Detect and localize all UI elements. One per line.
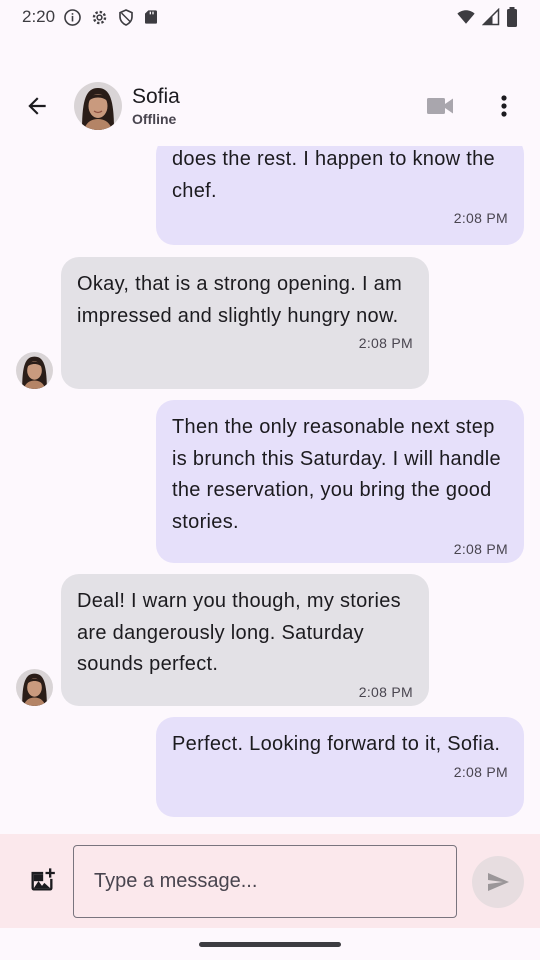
video-camera-icon bbox=[427, 98, 453, 114]
message-bubble-sent[interactable]: Perfect. Looking forward to it, Sofia. 2… bbox=[156, 717, 524, 817]
contact-avatar[interactable] bbox=[74, 82, 122, 130]
wifi-icon bbox=[457, 10, 475, 24]
message-text: Okay, that is a strong opening. I am imp… bbox=[77, 273, 403, 327]
message-text: Then the only reasonable next step is br… bbox=[172, 416, 501, 533]
attach-image-button[interactable] bbox=[20, 858, 64, 902]
contact-info[interactable]: Sofia Offline bbox=[132, 84, 180, 128]
signal-icon bbox=[482, 8, 500, 26]
message-bubble-received[interactable]: Okay, that is a strong opening. I am imp… bbox=[61, 257, 429, 389]
back-button[interactable] bbox=[13, 82, 61, 130]
message-time: 2:08 PM bbox=[453, 210, 508, 226]
message-input[interactable] bbox=[73, 845, 457, 918]
send-button[interactable] bbox=[472, 856, 524, 908]
message-list[interactable]: does the rest. I happen to know the chef… bbox=[0, 146, 540, 830]
message-text: Perfect. Looking forward to it, Sofia. bbox=[172, 733, 501, 755]
info-icon bbox=[64, 8, 81, 26]
status-time: 2:20 bbox=[22, 7, 56, 26]
status-icons-left bbox=[63, 8, 159, 27]
contact-status: Offline bbox=[132, 111, 177, 127]
contact-name: Sofia bbox=[132, 85, 180, 108]
message-time: 2:08 PM bbox=[358, 335, 413, 351]
message-time: 2:08 PM bbox=[358, 683, 413, 700]
more-vert-icon bbox=[501, 95, 507, 117]
status-icons-right bbox=[456, 7, 518, 27]
message-bubble-sent[interactable]: does the rest. I happen to know the chef… bbox=[156, 146, 524, 245]
video-call-button[interactable] bbox=[416, 82, 464, 130]
send-icon bbox=[488, 873, 509, 891]
avatar-photo bbox=[16, 669, 53, 706]
back-arrow-icon bbox=[28, 97, 46, 115]
sender-avatar bbox=[16, 669, 53, 706]
sd-card-icon bbox=[145, 10, 158, 24]
message-text: Deal! I warn you though, my stories are … bbox=[77, 590, 401, 675]
more-options-button[interactable] bbox=[480, 82, 528, 130]
settings-icon bbox=[92, 10, 107, 24]
add-photo-icon bbox=[31, 868, 55, 891]
message-composer bbox=[0, 834, 540, 928]
sender-avatar bbox=[16, 352, 53, 389]
avatar-photo bbox=[74, 82, 122, 130]
shield-icon bbox=[119, 8, 133, 26]
message-bubble-sent[interactable]: Then the only reasonable next step is br… bbox=[156, 400, 524, 563]
message-time: 2:08 PM bbox=[453, 763, 508, 780]
message-text: does the rest. I happen to know the chef… bbox=[172, 148, 495, 202]
avatar-photo bbox=[16, 352, 53, 389]
message-bubble-received[interactable]: Deal! I warn you though, my stories are … bbox=[61, 574, 429, 706]
message-time: 2:08 PM bbox=[453, 541, 508, 557]
status-bar: 2:20 bbox=[0, 0, 540, 34]
app-bar: Sofia Offline bbox=[0, 70, 540, 142]
home-indicator[interactable] bbox=[199, 942, 341, 947]
battery-icon bbox=[507, 7, 517, 27]
